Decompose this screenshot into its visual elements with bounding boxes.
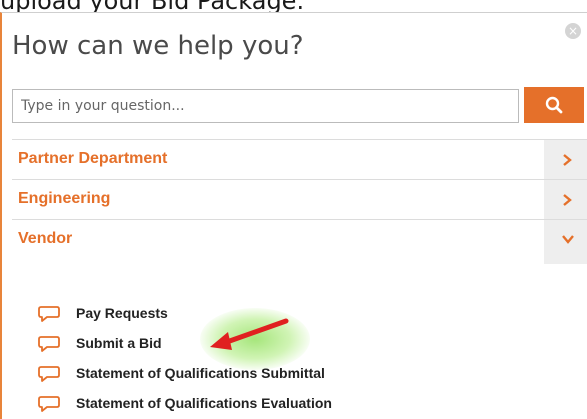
close-icon[interactable]: ×	[565, 23, 581, 39]
vendor-item-label: Statement of Qualifications Evaluation	[76, 395, 332, 411]
category-label: Engineering	[18, 190, 111, 207]
search-input[interactable]	[12, 89, 519, 123]
vendor-item-label: Pay Requests	[76, 305, 168, 321]
search-button[interactable]	[524, 87, 584, 123]
help-title: How can we help you?	[12, 31, 304, 61]
chevron-down-icon	[562, 235, 574, 244]
chevron-right-icon	[563, 154, 572, 166]
category-label: Vendor	[18, 230, 73, 247]
category-partner-department[interactable]: Partner Department	[12, 139, 587, 180]
category-label: Partner Department	[18, 150, 168, 167]
expand-toggle[interactable]	[544, 140, 587, 180]
speech-bubble-icon	[38, 336, 60, 352]
vendor-item-label: Submit a Bid	[76, 335, 162, 351]
chevron-right-icon	[563, 194, 572, 206]
help-panel: × How can we help you? Partner Departmen…	[0, 12, 587, 419]
collapse-toggle[interactable]	[544, 220, 587, 264]
search-bar	[12, 87, 584, 123]
vendor-item-label: Statement of Qualifications Submittal	[76, 365, 325, 381]
speech-bubble-icon	[38, 396, 60, 412]
search-icon	[545, 96, 563, 114]
speech-bubble-icon	[38, 306, 60, 322]
pointer-arrow	[210, 318, 289, 350]
speech-bubble-icon	[38, 366, 60, 382]
category-engineering[interactable]: Engineering	[12, 179, 587, 220]
expand-toggle[interactable]	[544, 180, 587, 220]
category-vendor[interactable]: Vendor	[12, 219, 587, 264]
